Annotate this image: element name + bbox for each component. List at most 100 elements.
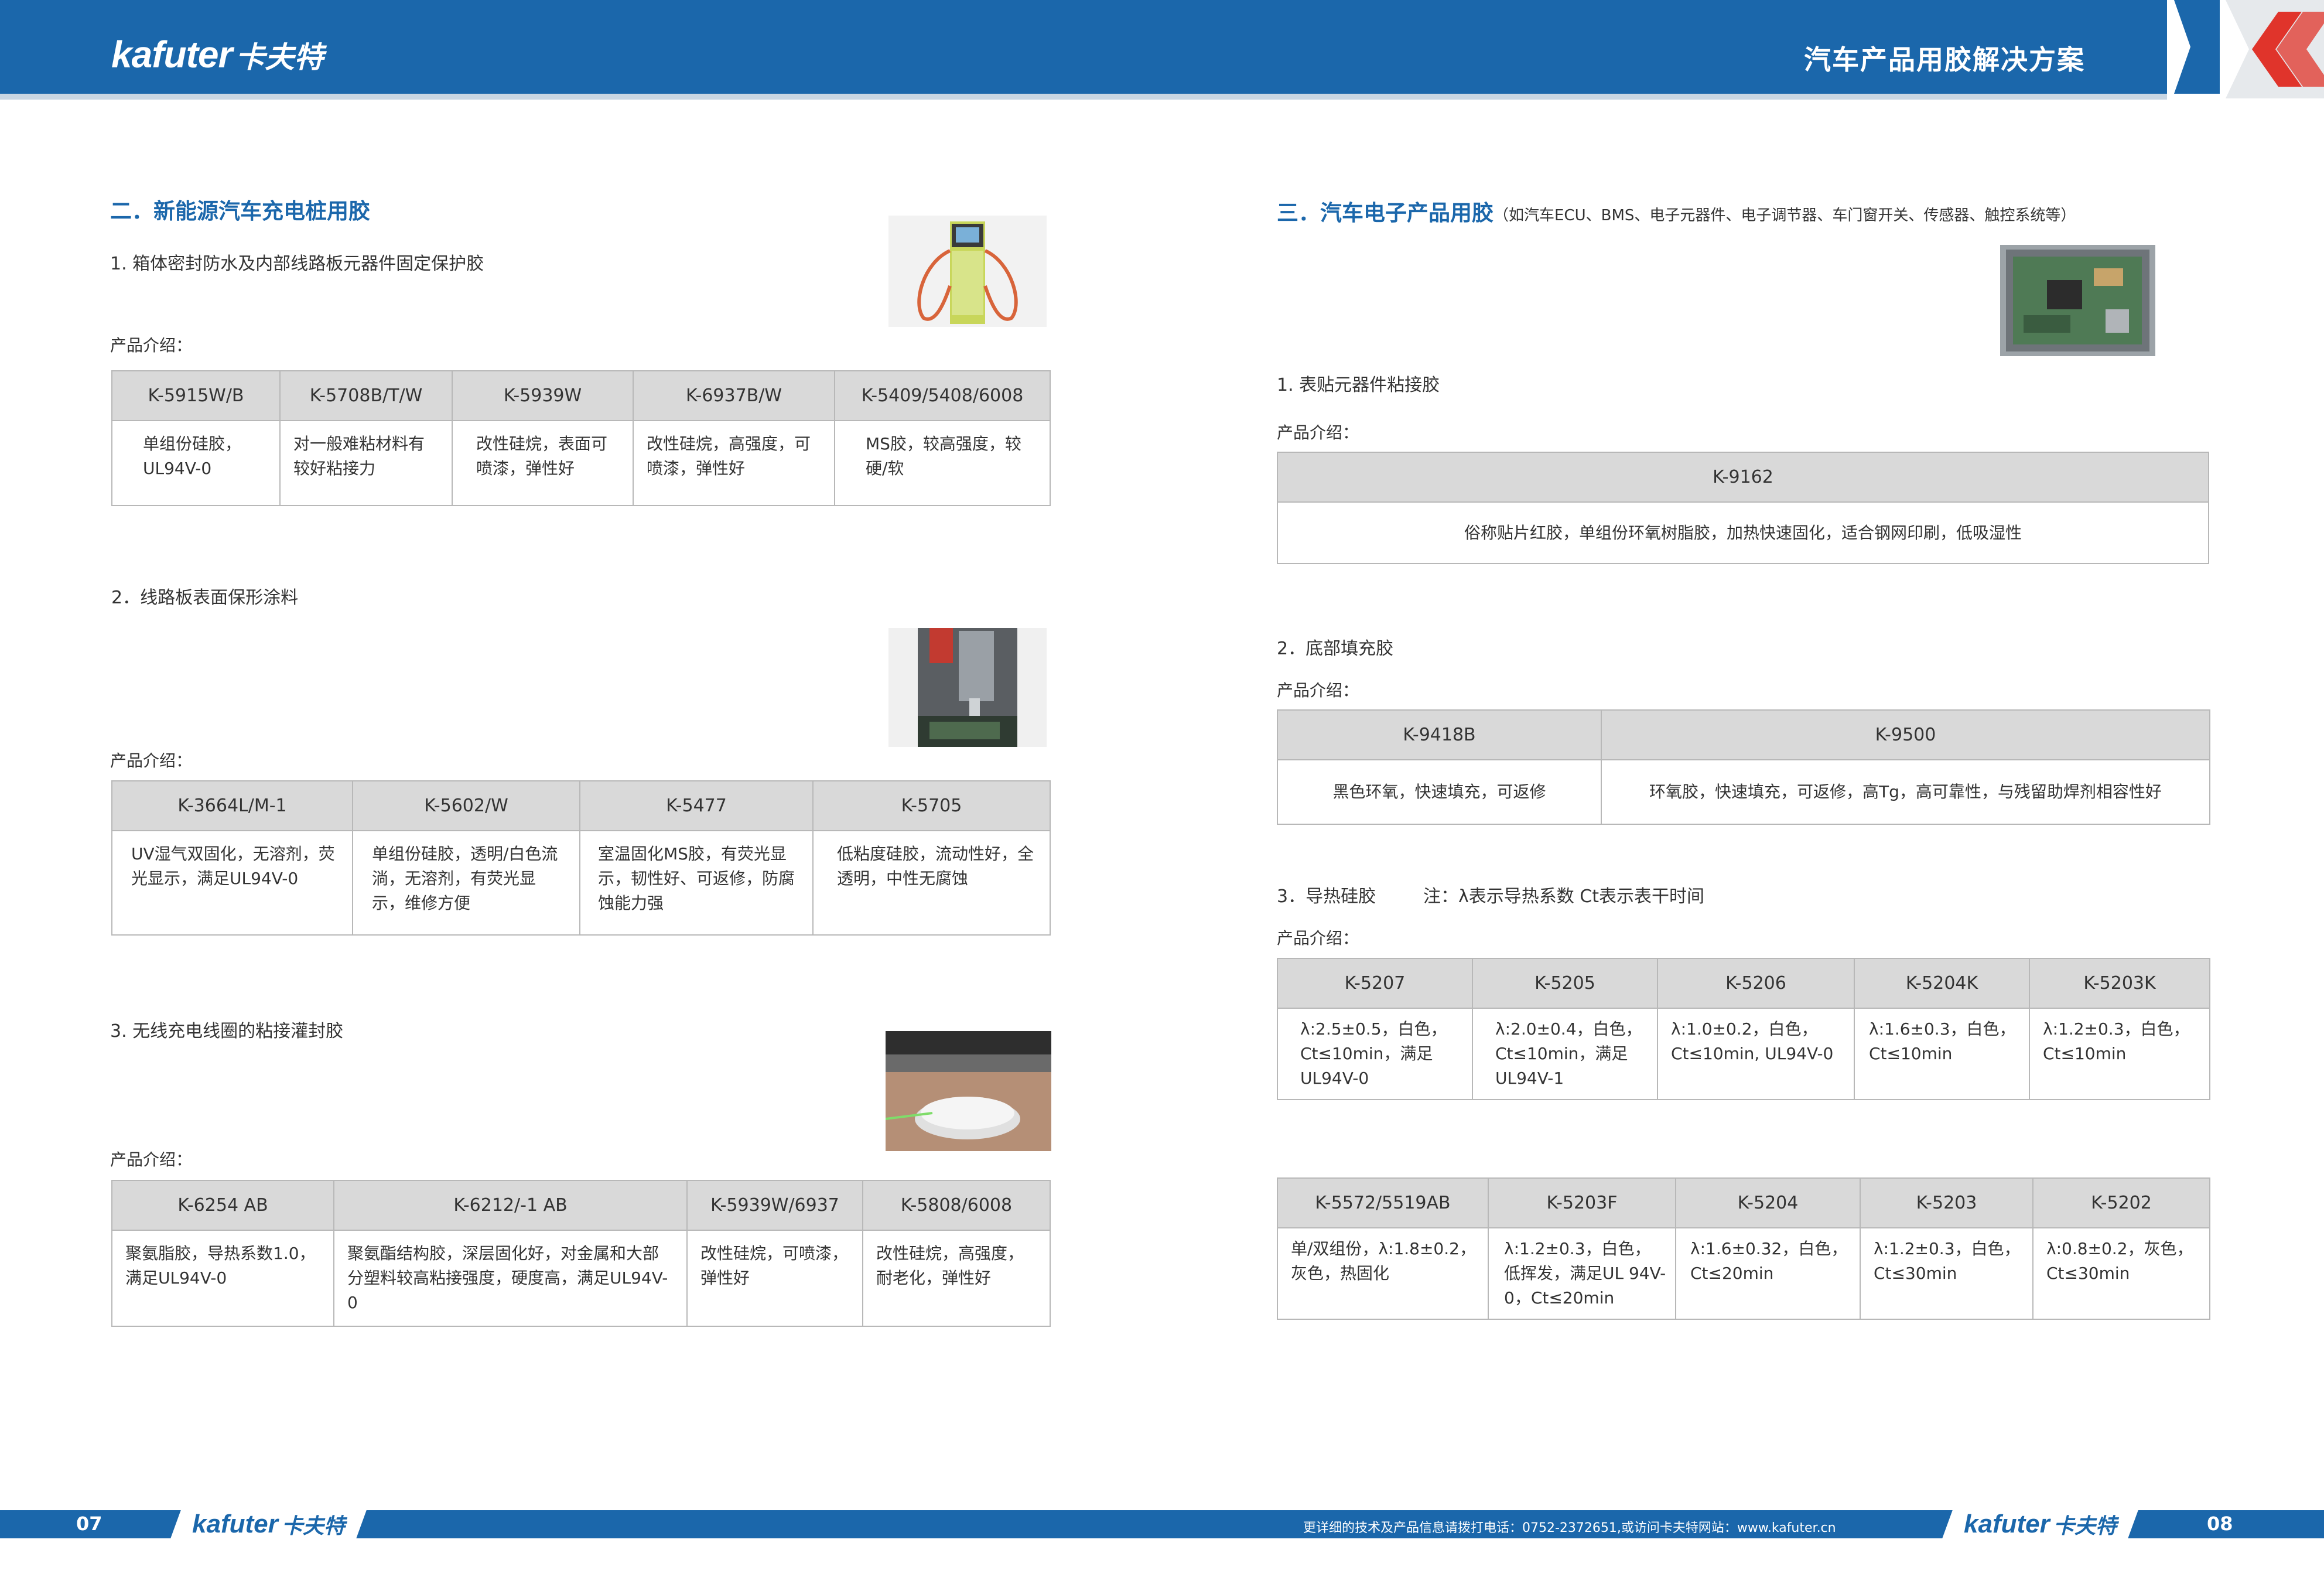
table-header-row: K-9418B K-9500	[1277, 709, 2210, 760]
table-header-cell: K-5203K	[2029, 958, 2210, 1009]
charging-pile-image	[888, 216, 1047, 327]
table-cell: 改性硅烷，可喷漆，弹性好	[686, 1230, 863, 1327]
table-cell: λ:0.8±0.2，灰色，Ct≤30min	[2032, 1227, 2210, 1320]
right-table-4: K-5572/5519AB K-5203F K-5204 K-5203 K-52…	[1277, 1177, 2210, 1320]
right-table-1: K-9162 俗称贴片红胶，单组份环氧树脂胶，加热快速固化，适合钢网印刷，低吸湿…	[1277, 452, 2209, 564]
table-header-cell: K-6254 AB	[111, 1180, 334, 1231]
left-table-3: K-6254 AB K-6212/-1 AB K-5939W/6937 K-58…	[111, 1180, 1051, 1327]
right-section-title-note: （如汽车ECU、BMS、电子元器件、电子调节器、车门窗开关、传感器、触控系统等）	[1493, 207, 2076, 224]
table-header-cell: K-5602/W	[352, 780, 580, 831]
table-cell: 改性硅烷，高强度，可喷漆，弹性好	[633, 420, 835, 506]
table-header-cell: K-6937B/W	[633, 370, 835, 421]
table-row: UV湿气双固化，无溶剂，荧光显示，满足UL94V-0 单组份硅胶，透明/白色流淌…	[111, 830, 1051, 936]
table-header-cell: K-5204K	[1854, 958, 2030, 1009]
left-sub2-title: 2．线路板表面保形涂料	[111, 588, 299, 608]
table-header-cell: K-5939W	[452, 370, 634, 421]
table-cell: λ:2.0±0.4，白色，Ct≤10min，满足UL94V-1	[1472, 1008, 1658, 1100]
table-header-row: K-5207 K-5205 K-5206 K-5204K K-5203K	[1277, 958, 2210, 1009]
table-cell: 单组份硅胶，UL94V-0	[111, 420, 281, 506]
logo-text-cn: 卡夫特	[281, 1514, 345, 1538]
table-cell: 环氧胶，快速填充，可返修，高Tg，高可靠性，与残留助焊剂相容性好	[1601, 759, 2210, 825]
left-sub3-title: 3. 无线充电线圈的粘接灌封胶	[110, 1021, 344, 1042]
table-cell: 改性硅烷，表面可喷漆，弹性好	[452, 420, 634, 506]
table-header-row: K-6254 AB K-6212/-1 AB K-5939W/6937 K-58…	[111, 1180, 1051, 1231]
table-header-cell: K-5705	[812, 780, 1051, 831]
table-header-cell: K-5939W/6937	[686, 1180, 863, 1231]
page-number-right: 08	[2207, 1513, 2233, 1535]
table-cell: λ:1.0±0.2，白色，Ct≤10min, UL94V-0	[1657, 1008, 1855, 1100]
table-header-cell: K-5477	[579, 780, 814, 831]
table-cell: 单组份硅胶，透明/白色流淌，无溶剂，有荧光显示，维修方便	[352, 830, 580, 936]
left-sub1-label: 产品介绍：	[110, 336, 193, 355]
table-cell: λ:1.2±0.3，白色，Ct≤30min	[1860, 1227, 2034, 1320]
table-cell: 对一般难粘材料有较好粘接力	[279, 420, 453, 506]
logo-text-cn: 卡夫特	[2053, 1514, 2117, 1538]
table-cell: MS胶，较高强度，较硬/软	[834, 420, 1051, 506]
table-header-cell: K-6212/-1 AB	[333, 1180, 688, 1231]
table-cell: λ:1.6±0.32，白色，Ct≤20min	[1675, 1227, 1861, 1320]
left-sub2-label: 产品介绍：	[110, 751, 193, 770]
coating-machine-image	[888, 628, 1047, 747]
table-row: 单/双组份，λ:1.8±0.2，灰色，热固化 λ:1.2±0.3，白色，低挥发，…	[1277, 1227, 2210, 1320]
header-title: 汽车产品用胶解决方案	[1804, 44, 2085, 76]
table-cell: UV湿气双固化，无溶剂，荧光显示，满足UL94V-0	[111, 830, 353, 936]
right-sub3-label: 产品介绍：	[1277, 929, 1359, 948]
right-sub3-note: 注：λ表示导热系数 Ct表示表干时间	[1423, 886, 1704, 907]
table-cell: λ:1.2±0.3，白色，低挥发，满足UL 94V-0，Ct≤20min	[1488, 1227, 1676, 1320]
table-cell: 单/双组份，λ:1.8±0.2，灰色，热固化	[1277, 1227, 1489, 1320]
table-header-cell: K-5409/5408/6008	[834, 370, 1051, 421]
table-row: 单组份硅胶，UL94V-0 对一般难粘材料有较好粘接力 改性硅烷，表面可喷漆，弹…	[111, 420, 1051, 506]
table-cell: λ:2.5±0.5，白色，Ct≤10min，满足UL94V-0	[1277, 1008, 1473, 1100]
footer-logo-left: kafuter 卡夫特	[170, 1509, 367, 1540]
table-header-row: K-3664L/M-1 K-5602/W K-5477 K-5705	[111, 780, 1051, 831]
table-row: 聚氨脂胶，导热系数1.0，满足UL94V-0 聚氨酯结构胶，深层固化好，对金属和…	[111, 1230, 1051, 1327]
logo-text-cn: 卡夫特	[235, 40, 324, 74]
table-header-cell: K-9500	[1601, 709, 2210, 760]
left-table-1: K-5915W/B K-5708B/T/W K-5939W K-6937B/W …	[111, 370, 1051, 506]
table-header-cell: K-9418B	[1277, 709, 1602, 760]
table-header-cell: K-5205	[1472, 958, 1658, 1009]
table-cell: 室温固化MS胶，有荧光显示，韧性好、可返修，防腐蚀能力强	[579, 830, 814, 936]
wireless-charger-image	[886, 1031, 1051, 1151]
table-header-cell: K-5207	[1277, 958, 1473, 1009]
right-section-title: 三．汽车电子产品用胶（如汽车ECU、BMS、电子元器件、电子调节器、车门窗开关、…	[1277, 195, 2076, 227]
page-number-left: 07	[76, 1513, 102, 1535]
right-table-3: K-5207 K-5205 K-5206 K-5204K K-5203K λ:2…	[1277, 958, 2210, 1100]
table-cell: 黑色环氧，快速填充，可返修	[1277, 759, 1602, 825]
table-row: 黑色环氧，快速填充，可返修 环氧胶，快速填充，可返修，高Tg，高可靠性，与残留助…	[1277, 759, 2210, 825]
footer-logo-right: kafuter 卡夫特	[1942, 1509, 2139, 1540]
table-header-cell: K-5708B/T/W	[279, 370, 453, 421]
chevron-decoration-icon	[2167, 0, 2324, 98]
right-table-2: K-9418B K-9500 黑色环氧，快速填充，可返修 环氧胶，快速填充，可返…	[1277, 709, 2210, 825]
table-header-cell: K-5915W/B	[111, 370, 281, 421]
table-header-cell: K-5203	[1860, 1177, 2034, 1228]
table-header-cell: K-5206	[1657, 958, 1855, 1009]
table-header-row: K-5915W/B K-5708B/T/W K-5939W K-6937B/W …	[111, 370, 1051, 421]
ecu-board-image	[2000, 245, 2155, 356]
table-header-cell: K-3664L/M-1	[111, 780, 353, 831]
right-sub1-label: 产品介绍：	[1277, 423, 1359, 442]
right-section-title-main: 三．汽车电子产品用胶	[1277, 200, 1493, 226]
table-cell: 聚氨脂胶，导热系数1.0，满足UL94V-0	[111, 1230, 334, 1327]
right-sub3-title: 3．导热硅胶	[1277, 886, 1376, 907]
logo-text-en: kafuter	[111, 33, 233, 76]
table-cell: 改性硅烷，高强度，耐老化，弹性好	[862, 1230, 1051, 1327]
table-cell: 俗称贴片红胶，单组份环氧树脂胶，加热快速固化，适合钢网印刷，低吸湿性	[1277, 501, 2209, 564]
logo-text-en: kafuter	[192, 1510, 278, 1538]
table-header-cell: K-5204	[1675, 1177, 1861, 1228]
table-header-cell: K-9162	[1277, 452, 2209, 503]
table-header-row: K-5572/5519AB K-5203F K-5204 K-5203 K-52…	[1277, 1177, 2210, 1228]
right-sub1-title: 1. 表贴元器件粘接胶	[1277, 375, 1440, 395]
table-header-row: K-9162	[1277, 452, 2209, 503]
left-sub3-label: 产品介绍：	[110, 1150, 193, 1169]
header-shadow	[0, 94, 2167, 100]
table-cell: λ:1.2±0.3，白色，Ct≤10min	[2029, 1008, 2210, 1100]
left-sub1-title: 1. 箱体密封防水及内部线路板元器件固定保护胶	[110, 254, 484, 274]
left-section-title: 二．新能源汽车充电桩用胶	[110, 199, 370, 224]
left-table-2: K-3664L/M-1 K-5602/W K-5477 K-5705 UV湿气双…	[111, 780, 1051, 936]
table-cell: 聚氨酯结构胶，深层固化好，对金属和大部分塑料较高粘接强度，硬度高，满足UL94V…	[333, 1230, 688, 1327]
table-header-cell: K-5572/5519AB	[1277, 1177, 1489, 1228]
table-row: λ:2.5±0.5，白色，Ct≤10min，满足UL94V-0 λ:2.0±0.…	[1277, 1008, 2210, 1100]
table-cell: 低粘度硅胶，流动性好，全透明，中性无腐蚀	[812, 830, 1051, 936]
right-sub2-label: 产品介绍：	[1277, 681, 1359, 700]
